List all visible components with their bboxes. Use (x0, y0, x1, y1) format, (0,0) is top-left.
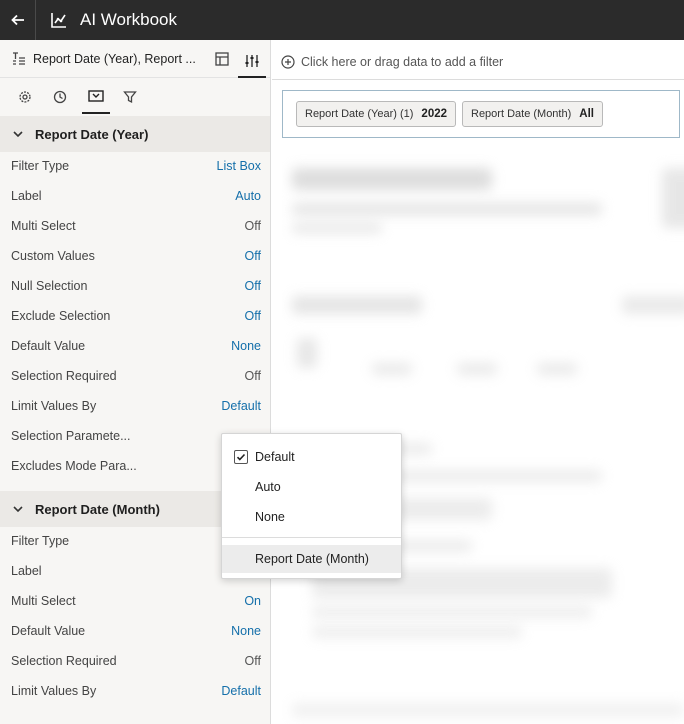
property-value[interactable]: None (231, 624, 261, 638)
property-label: Filter Type (11, 159, 70, 173)
property-row: Custom Values Off (0, 244, 270, 270)
dropdown-divider (222, 537, 401, 538)
add-circle-icon (281, 55, 295, 69)
filter-chip-area: Report Date (Year) (1) 2022 Report Date … (282, 90, 680, 138)
property-label: Null Selection (11, 279, 88, 293)
property-row: Selection Required Off (0, 649, 270, 675)
property-value[interactable]: Off (245, 369, 261, 383)
property-row: Exclude Selection Off (0, 304, 270, 330)
section-title: Report Date (Month) (35, 502, 160, 517)
property-label: Selection Paramete... (11, 429, 131, 443)
filter-chip-month[interactable]: Report Date (Month) All (462, 101, 603, 127)
settings-icon (19, 91, 31, 103)
option-label: Auto (255, 480, 281, 494)
property-label: Selection Required (11, 654, 117, 668)
property-row: Null Selection Off (0, 274, 270, 300)
filter-chip-year[interactable]: Report Date (Year) (1) 2022 (296, 101, 457, 127)
property-label: Default Value (11, 339, 86, 353)
property-row: Default Value None (0, 334, 270, 360)
layout-icon[interactable] (214, 51, 230, 67)
clock-icon (53, 90, 67, 104)
arrow-left-icon (10, 14, 24, 26)
dropdown-option-none[interactable]: None (222, 503, 401, 531)
property-row: Multi Select On (0, 589, 270, 615)
tab-filter[interactable] (116, 80, 144, 114)
app-header: AI Workbook (0, 0, 684, 40)
property-label: Filter Type (11, 534, 70, 548)
chevron-down-icon (13, 506, 23, 513)
property-label: Label (11, 189, 42, 203)
property-value[interactable]: Off (245, 249, 261, 263)
panel-title: Report Date (Year), Report ... (33, 52, 196, 66)
property-value[interactable]: Default (221, 399, 261, 413)
limit-values-dropdown: Default Auto None Report Date (Month) (221, 433, 402, 579)
option-label: None (255, 510, 285, 524)
property-value[interactable]: Off (245, 219, 261, 233)
property-label: Exclude Selection (11, 309, 111, 323)
tab-filter-display[interactable] (82, 80, 110, 114)
checkmark-icon (236, 453, 246, 461)
property-row: Limit Values By Default (0, 679, 270, 705)
property-label: Limit Values By (11, 399, 97, 413)
property-row: Selection Required Off (0, 364, 270, 390)
tab-general[interactable] (11, 80, 39, 114)
option-label: Default (255, 450, 295, 464)
tab-time[interactable] (46, 80, 74, 114)
dropdown-option-auto[interactable]: Auto (222, 473, 401, 501)
back-button[interactable] (0, 0, 36, 40)
app-title: AI Workbook (80, 10, 178, 29)
property-row: Multi Select Off (0, 214, 270, 240)
dropdown-option-default[interactable]: Default (222, 443, 401, 471)
option-label: Report Date (Month) (255, 552, 369, 566)
chevron-down-icon (13, 131, 23, 138)
property-row: Label Auto (0, 184, 270, 210)
property-row: Default Value None (0, 619, 270, 645)
property-label: Default Value (11, 624, 86, 638)
property-value[interactable]: Off (245, 309, 261, 323)
property-label: Multi Select (11, 219, 76, 233)
checkbox[interactable] (234, 450, 248, 464)
property-row: Filter Type List Box (0, 154, 270, 180)
property-value[interactable]: Off (245, 654, 261, 668)
property-row: Limit Values By Default (0, 394, 270, 420)
property-label: Label (11, 564, 42, 578)
property-value[interactable]: None (231, 339, 261, 353)
add-filter-prompt: Click here or drag data to add a filter (301, 55, 504, 69)
property-label: Selection Required (11, 369, 117, 383)
panel-header: Report Date (Year), Report ... (0, 40, 270, 78)
filter-properties-panel: Report Date (Year), Report ... Report Da… (0, 40, 271, 724)
property-value[interactable]: Auto (235, 189, 261, 203)
property-tabs (0, 80, 270, 114)
section-title: Report Date (Year) (35, 127, 149, 142)
sliders-icon (245, 54, 259, 67)
property-value[interactable]: Off (245, 279, 261, 293)
filter-icon (123, 91, 137, 104)
filter-display-icon (88, 90, 104, 102)
chip-label: Report Date (Month) (471, 108, 572, 120)
filter-list-icon (13, 52, 25, 65)
property-label: Excludes Mode Para... (11, 459, 137, 473)
property-value[interactable]: On (244, 594, 261, 608)
property-label: Limit Values By (11, 684, 97, 698)
section-report-date-year[interactable]: Report Date (Year) (0, 116, 270, 152)
properties-tab[interactable] (238, 45, 266, 78)
property-label: Multi Select (11, 594, 76, 608)
filter-bar[interactable]: Click here or drag data to add a filter (272, 40, 684, 80)
chip-value: All (579, 108, 594, 120)
workbook-canvas: Click here or drag data to add a filter … (272, 40, 684, 724)
chip-label: Report Date (Year) (1) (305, 108, 414, 120)
property-label: Custom Values (11, 249, 95, 263)
dropdown-option-report-date-month[interactable]: Report Date (Month) (222, 545, 401, 573)
chip-value: 2022 (421, 108, 448, 120)
property-value[interactable]: Default (221, 684, 261, 698)
workbook-icon (51, 13, 66, 28)
property-value[interactable]: List Box (217, 159, 261, 173)
